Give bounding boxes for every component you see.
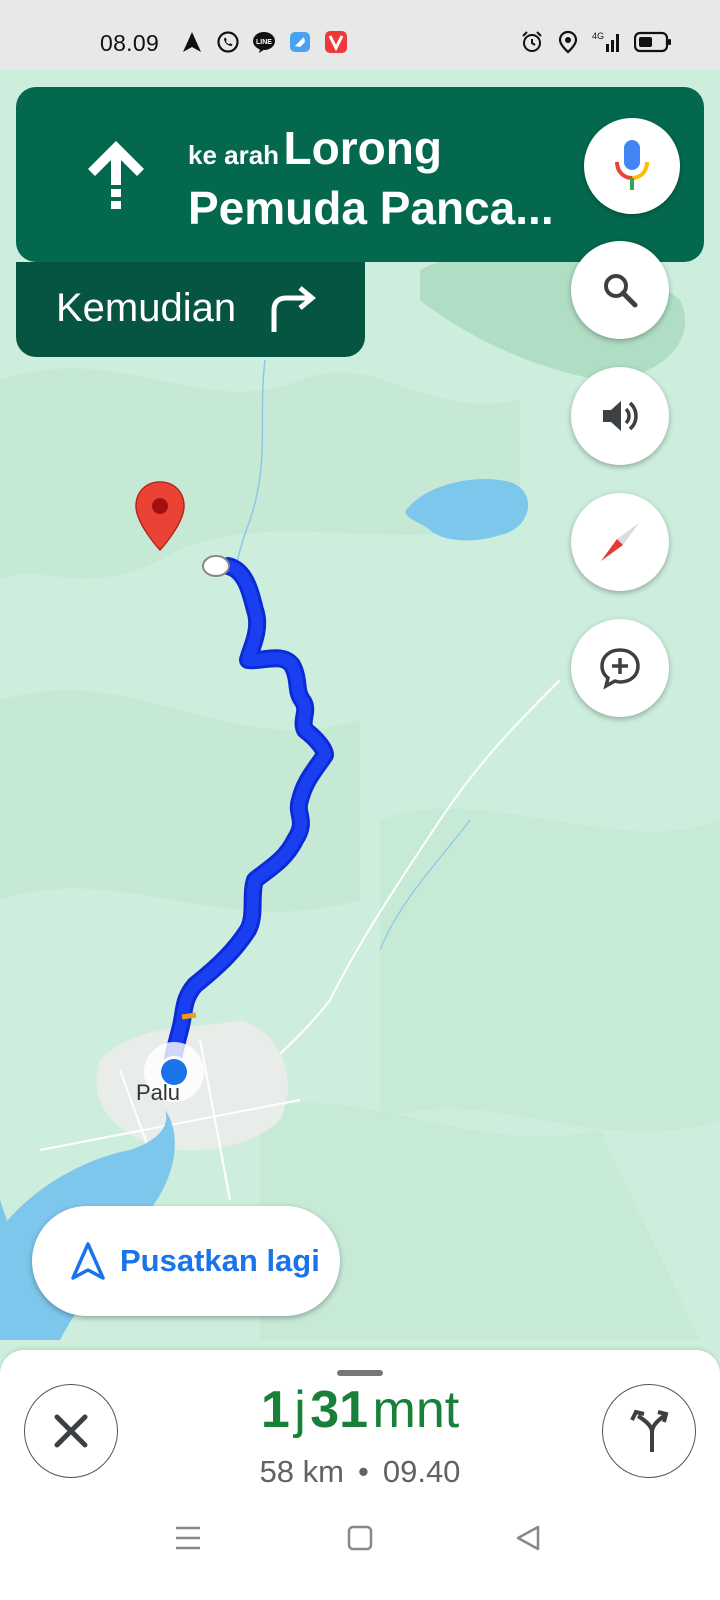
- navigation-arrow-icon: [71, 1242, 105, 1280]
- arrival-time: 09.40: [382, 1454, 461, 1489]
- alarm-icon: [520, 30, 544, 54]
- voice-search-button[interactable]: [584, 118, 680, 214]
- vivaldi-icon: [324, 30, 348, 54]
- back-icon: [516, 1525, 540, 1551]
- system-navigation-bar: [0, 1510, 720, 1600]
- compass-icon: [601, 523, 639, 561]
- volume-icon: [603, 401, 638, 431]
- microphone-icon: [615, 140, 649, 190]
- eta-hours-unit: j: [294, 1381, 306, 1439]
- whatsapp-icon: [216, 30, 240, 54]
- direction-text: ke arah Lorong Pemuda Panca...: [188, 121, 608, 235]
- destination-pin-icon[interactable]: [134, 480, 186, 552]
- eta-minutes: 31: [310, 1381, 369, 1439]
- volume-button[interactable]: [571, 367, 669, 465]
- svg-text:LINE: LINE: [256, 39, 272, 46]
- direction-prefix: ke arah: [188, 140, 280, 170]
- compass-button[interactable]: [571, 493, 669, 591]
- status-bar: 08.09 LINE 4G: [0, 0, 720, 70]
- status-time: 08.09: [100, 30, 160, 56]
- status-notification-icons: LINE: [180, 30, 348, 54]
- signal-icon: 4G: [592, 30, 622, 54]
- search-button[interactable]: [571, 241, 669, 339]
- add-report-button[interactable]: [571, 619, 669, 717]
- menu-nav-button[interactable]: [168, 1518, 208, 1558]
- next-step-banner[interactable]: Kemudian: [16, 262, 365, 357]
- location-icon: [556, 30, 580, 54]
- eta-hours: 1: [260, 1381, 290, 1439]
- search-icon: [604, 274, 638, 308]
- battery-icon: [634, 30, 672, 54]
- trip-separator: •: [357, 1454, 369, 1489]
- menu-icon: [176, 1526, 200, 1550]
- drag-handle[interactable]: [337, 1370, 383, 1376]
- street-name-line2: Pemuda Panca...: [188, 182, 554, 234]
- straight-arrow-icon: [88, 141, 144, 209]
- alternate-routes-icon: [630, 1409, 669, 1452]
- line-icon: LINE: [252, 30, 276, 54]
- alternate-routes-button[interactable]: [602, 1384, 696, 1478]
- navigation-arrow-icon: [180, 30, 204, 54]
- city-label: Palu: [136, 1080, 181, 1105]
- network-type: 4G: [592, 31, 604, 41]
- home-nav-button[interactable]: [340, 1518, 380, 1558]
- next-step-label: Kemudian: [56, 286, 237, 330]
- add-report-icon: [600, 648, 640, 690]
- street-name-line1: Lorong: [283, 122, 442, 174]
- back-nav-button[interactable]: [508, 1518, 548, 1558]
- app-icon: [288, 30, 312, 54]
- recenter-label: Pusatkan lagi: [120, 1243, 320, 1278]
- status-system-icons: 4G: [520, 30, 672, 54]
- turn-right-icon: [271, 286, 316, 332]
- recenter-button[interactable]: Pusatkan lagi: [32, 1206, 340, 1316]
- eta-minutes-unit: mnt: [372, 1381, 460, 1439]
- home-icon: [347, 1525, 373, 1551]
- trip-distance: 58 km: [259, 1454, 344, 1489]
